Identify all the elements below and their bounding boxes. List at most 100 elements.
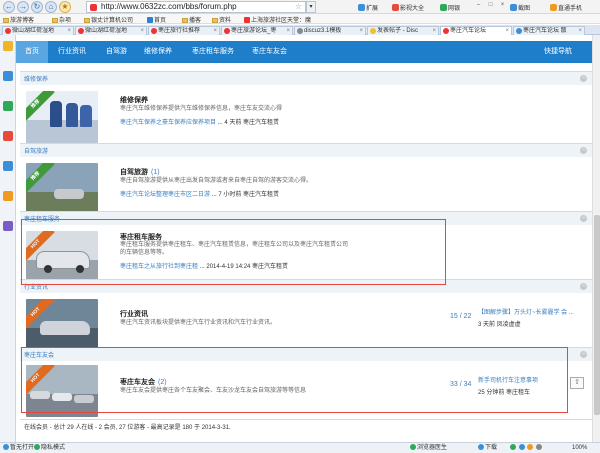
browser-tab-active[interactable]: 枣庄汽车论坛 × <box>440 26 512 35</box>
wifi-icon[interactable] <box>510 444 516 450</box>
collapse-icon[interactable]: − <box>580 75 587 82</box>
bookmark-item[interactable]: 首页 <box>147 15 166 24</box>
category-header[interactable]: 维修保养 − <box>20 71 592 85</box>
collapse-icon[interactable]: − <box>580 147 587 154</box>
downloads-icon[interactable] <box>3 101 13 111</box>
forum-last-post: 枣庄汽车保养之豪车保养应保养项目 ... 4 天前 枣庄汽车租赁 <box>120 117 279 126</box>
nav-item-carclub[interactable]: 枣庄车友会 <box>252 41 287 63</box>
browser-tab[interactable]: 微山湖红荷湿地 × <box>75 26 147 35</box>
tab-strip: 微山湖红荷湿地 × 微山湖红荷湿地 × 枣庄旅行社推荐 × 枣庄旅游论坛_枣 × dis… <box>0 25 600 35</box>
tab-close-icon[interactable]: × <box>578 27 582 35</box>
category-title[interactable]: 维修保养 <box>24 74 48 83</box>
latest-post-meta: 3 天前 凤凌虚虚 <box>478 322 521 328</box>
status-item[interactable]: 下载 <box>478 443 497 453</box>
zoom-level[interactable]: 100% <box>572 443 587 453</box>
forum-title[interactable]: 自驾旅游 (1) <box>120 167 160 177</box>
forum-title[interactable]: 维修保养 <box>120 95 148 105</box>
refresh-icon[interactable]: ↻ <box>31 1 43 13</box>
maximize-icon[interactable]: □ <box>486 1 495 10</box>
bookmark-item[interactable]: 上海旅游社区天堂：魔 <box>244 15 311 24</box>
forum-thumbnail[interactable]: HOT <box>26 299 98 351</box>
tab-close-icon[interactable]: × <box>432 27 436 35</box>
play-icon <box>392 4 399 11</box>
browser-tab[interactable]: 微山湖红荷湿地 × <box>2 26 74 35</box>
forum-title[interactable]: 行业资讯 <box>120 309 148 319</box>
forum-description: 枣庄汽车维修保养提供汽车维修保养信息，枣庄车友交流心得 <box>120 106 283 112</box>
input-method-icon[interactable] <box>518 444 525 450</box>
bookmark-item[interactable]: 杂项 <box>52 15 71 24</box>
extensions-button[interactable]: 扩展 <box>358 3 378 12</box>
download-icon <box>478 444 484 450</box>
last-post-link[interactable]: 枣庄汽车保养之豪车保养应保养项目 <box>120 120 216 126</box>
category-title[interactable]: 自驾旅游 <box>24 146 48 155</box>
tab-close-icon[interactable]: × <box>505 27 509 35</box>
scrollbar-thumb[interactable] <box>594 215 600 415</box>
close-icon[interactable]: × <box>498 1 507 10</box>
tab-close-icon[interactable]: × <box>213 27 217 35</box>
mail-icon[interactable] <box>3 161 13 171</box>
forum-description: 枣庄汽车资讯板块提供枣庄汽车行业资讯和汽车行业资讯。 <box>120 320 277 326</box>
bookmark-item[interactable]: 资料 <box>212 15 231 24</box>
bookmark-star-icon[interactable]: ☆ <box>295 2 302 12</box>
favorites-icon[interactable] <box>3 41 13 51</box>
tab-close-icon[interactable]: × <box>140 27 144 35</box>
status-item[interactable]: 浏览器医生 <box>410 443 447 453</box>
quick-nav-button[interactable]: 快捷导航 <box>544 41 572 63</box>
url-text: http://www.0632zc.com/bbs/forum.php <box>101 2 237 11</box>
netbank-button[interactable]: 网银 <box>440 3 460 12</box>
folder-icon <box>3 18 9 23</box>
forum-row: HOT 行业资讯 枣庄汽车资讯板块提供枣庄汽车行业资讯和汽车行业资讯。 15 /… <box>20 295 592 355</box>
url-field[interactable]: http://www.0632zc.com/bbs/forum.php ☆ <box>86 1 306 13</box>
notes-icon[interactable] <box>3 191 13 201</box>
category-header[interactable]: 自驾旅游 − <box>20 143 592 157</box>
shield-icon <box>440 4 447 11</box>
history-icon[interactable] <box>3 71 13 81</box>
nav-item-selfdrive[interactable]: 自驾游 <box>106 41 127 63</box>
nav-item-maintenance[interactable]: 维修保养 <box>144 41 172 63</box>
status-item[interactable]: 隐私模式 <box>34 443 65 453</box>
movies-button[interactable]: 影视大全 <box>392 3 424 12</box>
browser-status-bar: 暂无打开 隐私模式 浏览器医生 下载 100% <box>0 442 600 453</box>
forum-stats: 15 / 22 <box>450 313 472 320</box>
bookmark-item[interactable]: 旅游博客 <box>3 15 34 24</box>
latest-post-link[interactable]: 【图解步骤】万头灯~长雾霾学 会 ... <box>478 307 574 316</box>
screenshot-button[interactable]: 截图 <box>510 3 530 12</box>
page-scrollbar[interactable] <box>592 35 600 442</box>
back-icon[interactable]: ← <box>3 1 15 13</box>
favorites-star-icon[interactable]: ★ <box>59 1 71 13</box>
browser-tab[interactable]: 枣庄旅游论坛_枣 × <box>221 26 293 35</box>
site-favicon-icon <box>297 28 303 34</box>
weibo-icon[interactable] <box>3 131 13 141</box>
browser-tab[interactable]: discuz3.1模板 × <box>294 26 366 35</box>
status-item[interactable]: 暂无打开 <box>3 443 34 453</box>
url-dropdown-icon[interactable]: ▾ <box>306 1 316 13</box>
home-icon[interactable]: ⌂ <box>45 1 57 13</box>
bookmark-item[interactable]: 播客 <box>182 15 201 24</box>
browser-tab[interactable]: 枣庄旅行社推荐 × <box>148 26 220 35</box>
phone-button[interactable]: 直通手机 <box>550 3 582 12</box>
settings-icon[interactable] <box>536 444 543 450</box>
folder-icon <box>52 18 58 23</box>
forum-thumbnail[interactable]: 推荐 <box>26 91 98 143</box>
minimize-icon[interactable]: – <box>474 1 483 10</box>
nav-item-rental[interactable]: 枣庄租车服务 <box>192 41 234 63</box>
last-post-link[interactable]: 枣庄汽车论坛整理枣庄市区二日游 <box>120 192 210 198</box>
collapse-icon[interactable]: − <box>580 351 587 358</box>
tab-close-icon[interactable]: × <box>286 27 290 35</box>
nav-item-home[interactable]: 首页 <box>16 41 48 63</box>
tab-close-icon[interactable]: × <box>67 27 71 35</box>
site-favicon-icon <box>78 28 84 34</box>
back-to-top-icon[interactable]: ⇧ <box>570 377 584 389</box>
collapse-icon[interactable]: − <box>580 215 587 222</box>
scissors-icon <box>510 4 517 11</box>
apps-icon[interactable] <box>3 221 13 231</box>
bookmark-item[interactable]: 银丈计算机公司 <box>84 15 133 24</box>
browser-tab[interactable]: 枣庄汽车论坛 散 × <box>513 26 585 35</box>
browser-tab[interactable]: 发表帖子 - Disc × <box>367 26 439 35</box>
forum-thumbnail[interactable]: 推荐 <box>26 163 98 215</box>
tab-close-icon[interactable]: × <box>359 27 363 35</box>
sound-icon[interactable] <box>527 444 534 450</box>
forward-icon[interactable]: → <box>17 1 29 13</box>
collapse-icon[interactable]: − <box>580 283 587 290</box>
nav-item-news[interactable]: 行业资讯 <box>58 41 86 63</box>
